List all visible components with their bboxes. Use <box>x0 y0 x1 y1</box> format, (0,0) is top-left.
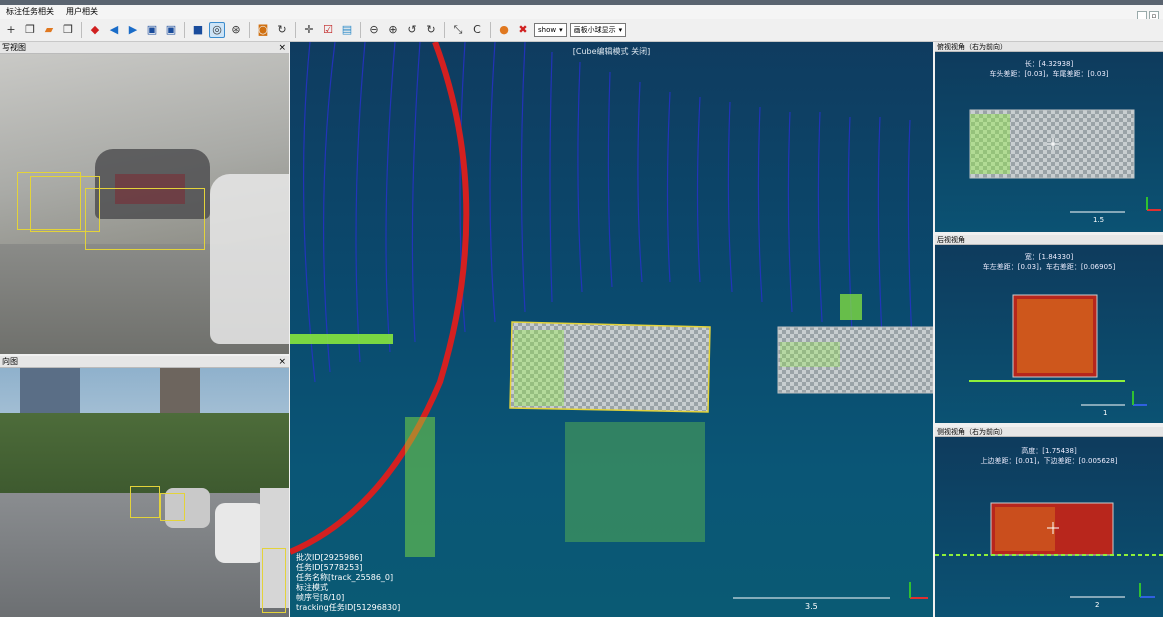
add-icon[interactable]: + <box>3 22 19 38</box>
toolbar-separator <box>360 22 361 38</box>
back-view-canvas <box>969 294 1147 406</box>
camera-panel-title: 向图 <box>2 357 18 366</box>
copy-frame-icon[interactable]: ❒ <box>60 22 76 38</box>
toolbar-separator <box>81 22 82 38</box>
cube-edit-mode-label: [Cube编辑模式 关闭] <box>572 47 651 56</box>
show-select-value: show <box>538 26 557 34</box>
rotate-view-icon[interactable]: ↻ <box>274 22 290 38</box>
pointcloud-canvas <box>290 42 933 599</box>
scale-label: 3.5 <box>805 602 818 611</box>
annotation-app: 标注任务相关 用户相关 _ ▫ + ❐ ▰ ❒ ◆ ◀ ▶ ▣ ▣ ■ ◎ ⊛ … <box>0 0 1163 617</box>
document-icon[interactable]: ▤ <box>339 22 355 38</box>
save-as-icon[interactable]: ▣ <box>163 22 179 38</box>
task-name: 任务名称[track_25586_0] <box>296 573 394 582</box>
scale-label: 1 <box>1103 409 1108 417</box>
tracking-task-id: tracking任务ID[51296830] <box>296 603 401 612</box>
camera-panel-title: 写视图 <box>2 43 26 52</box>
toolbar-separator <box>444 22 445 38</box>
toolbar-separator <box>249 22 250 38</box>
user-icon[interactable]: ● <box>496 22 512 38</box>
toolbar-separator <box>490 22 491 38</box>
check-icon[interactable]: ☑ <box>320 22 336 38</box>
side-view-panel[interactable]: 侧视视角（右为前向） 高度：[1.75438] 上边差距：[0.01]，下边差距… <box>935 427 1163 617</box>
bbox[interactable] <box>262 548 286 613</box>
rotate-right-icon[interactable]: ↻ <box>423 22 439 38</box>
rotate-left-icon[interactable]: ↺ <box>404 22 420 38</box>
camera-icon[interactable]: ◙ <box>255 22 271 38</box>
task-id: 任务ID[5778253] <box>296 563 363 572</box>
toolbar-separator <box>295 22 296 38</box>
building <box>20 368 80 418</box>
camera-image <box>0 368 289 617</box>
eraser-icon[interactable]: ◆ <box>87 22 103 38</box>
chevron-down-icon: ▾ <box>559 26 563 34</box>
close-icon[interactable]: × <box>278 356 286 368</box>
scale-label: 1.5 <box>1093 216 1105 224</box>
next-frame-icon[interactable]: ⊕ <box>385 22 401 38</box>
camera-panel-front: 向图 × <box>0 356 289 617</box>
undo-icon[interactable]: ◀ <box>106 22 122 38</box>
camera-panel-header: 写视图 × <box>0 42 289 54</box>
menu-user[interactable]: 用户相关 <box>60 5 104 19</box>
target-icon[interactable]: ⊛ <box>228 22 244 38</box>
axis-gizmo <box>909 582 928 599</box>
building <box>160 368 200 418</box>
trees <box>0 413 289 493</box>
collapse-icon[interactable]: ⤡ <box>450 22 466 38</box>
menu-task[interactable]: 标注任务相关 <box>0 5 60 19</box>
copy-icon[interactable]: ❐ <box>22 22 38 38</box>
prev-frame-icon[interactable]: ⊖ <box>366 22 382 38</box>
folder-icon[interactable]: ▰ <box>41 22 57 38</box>
delete-icon[interactable]: ✖ <box>515 22 531 38</box>
save-icon[interactable]: ▣ <box>144 22 160 38</box>
crosshair-icon[interactable]: ✛ <box>301 22 317 38</box>
close-icon[interactable]: × <box>278 42 286 54</box>
annotation-mode: 标注模式 <box>296 583 328 592</box>
bbox[interactable] <box>130 486 160 518</box>
screen-icon[interactable]: ■ <box>190 22 206 38</box>
bbox[interactable] <box>85 188 205 250</box>
camera-image <box>0 54 289 354</box>
chevron-down-icon: ▾ <box>618 26 623 34</box>
ball-display-select-value: 画板小球显示 <box>573 26 616 34</box>
top-view-panel[interactable]: 俯视视角（右为前向） 长：[4.32938] 车头差距：[0.03]，车尾差距：… <box>935 42 1163 232</box>
side-view-canvas <box>935 502 1163 598</box>
pointcloud-main-view[interactable]: [Cube编辑模式 关闭] 批次ID[2925986] 任务ID[5778253… <box>290 42 933 617</box>
menubar: 标注任务相关 用户相关 _ ▫ <box>0 5 1163 21</box>
camera-panel-header: 向图 × <box>0 356 289 368</box>
cube-annotation[interactable] <box>777 326 933 394</box>
toolbar: + ❐ ▰ ❒ ◆ ◀ ▶ ▣ ▣ ■ ◎ ⊛ ◙ ↻ ✛ ☑ ▤ ⊖ ⊕ ↺ … <box>0 19 1163 42</box>
bbox[interactable] <box>160 493 185 521</box>
ball-display-select[interactable]: 画板小球显示 ▾ <box>569 23 627 37</box>
redo-icon[interactable]: ▶ <box>125 22 141 38</box>
vehicle <box>215 503 265 563</box>
camera-panel-top: 写视图 × <box>0 42 289 354</box>
show-select[interactable]: show ▾ <box>534 23 567 37</box>
refresh-icon[interactable]: C <box>469 22 485 38</box>
ego-ring <box>290 42 470 555</box>
back-view-panel[interactable]: 后视视角 宽：[1.84330] 车左差距：[0.03]，车右差距：[0.069… <box>935 235 1163 423</box>
frame-index: 帧序号[8/10] <box>296 593 345 602</box>
cube-annotation-selected[interactable] <box>509 321 711 413</box>
toolbar-separator <box>184 22 185 38</box>
task-info: 批次ID[2925986] 任务ID[5778253] 任务名称[track_2… <box>296 553 400 613</box>
vehicle <box>210 174 289 344</box>
batch-id: 批次ID[2925986] <box>296 553 363 562</box>
top-view-canvas <box>969 109 1161 213</box>
scale-label: 2 <box>1095 601 1100 609</box>
view-mode-icon[interactable]: ◎ <box>209 22 225 38</box>
